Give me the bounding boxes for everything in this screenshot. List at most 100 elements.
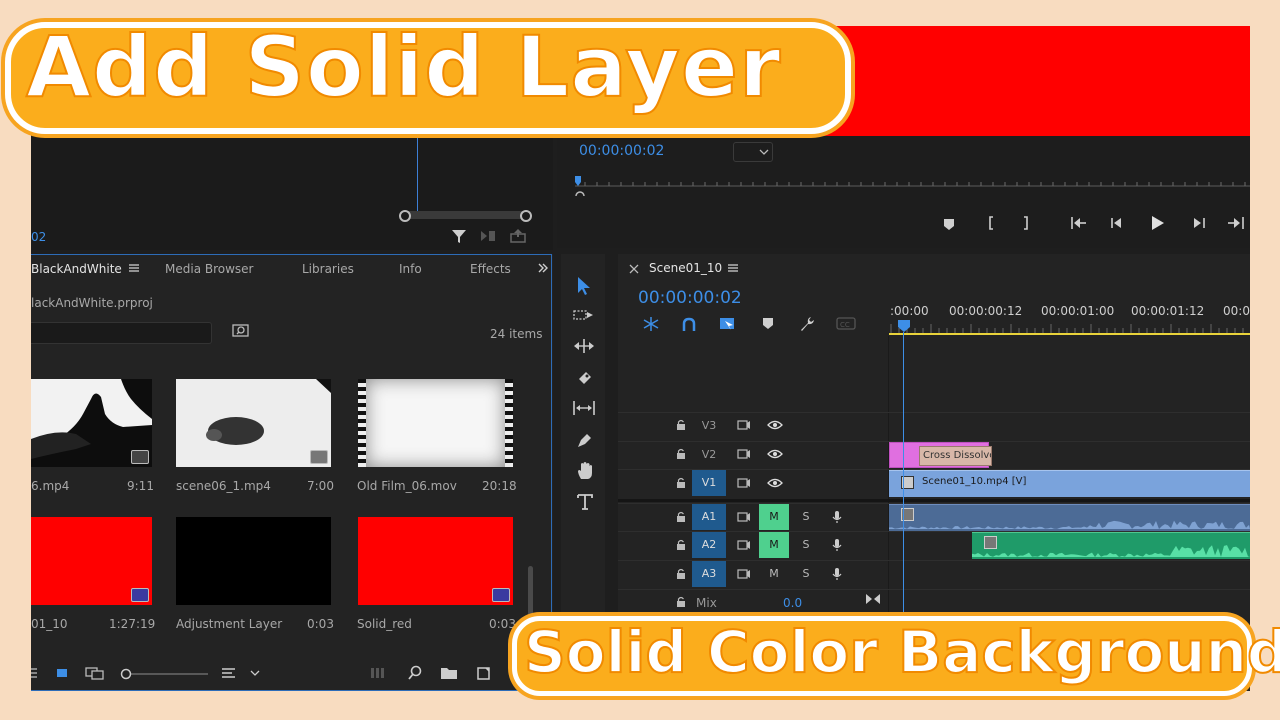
sequence-tab[interactable]: Scene01_10	[649, 261, 722, 275]
program-ruler[interactable]	[575, 176, 1250, 196]
pen-tool-icon[interactable]	[576, 431, 594, 449]
sync-lock-icon[interactable]	[737, 478, 751, 488]
mute-a3-button[interactable]: M	[759, 561, 789, 587]
mute-a2-button[interactable]: M	[759, 532, 789, 558]
tab-effects[interactable]: Effects	[470, 262, 511, 276]
go-to-in-button[interactable]	[1070, 216, 1088, 230]
sync-lock-icon[interactable]	[737, 449, 751, 459]
thumbnail-adjustment-layer[interactable]	[176, 517, 331, 605]
new-bin-icon[interactable]	[440, 666, 458, 680]
mute-a1-button[interactable]: M	[759, 504, 789, 530]
sequence-menu-icon[interactable]	[727, 262, 739, 274]
export-frame-icon[interactable]	[509, 228, 527, 244]
lock-icon[interactable]	[676, 568, 686, 580]
track-a1-label[interactable]: A1	[692, 504, 726, 530]
solo-a1-button[interactable]: S	[791, 504, 821, 530]
freeform-view-icon[interactable]	[84, 666, 106, 680]
filter-icon[interactable]	[451, 228, 467, 244]
program-timecode[interactable]: 00:00:00:02	[579, 143, 664, 159]
captions-icon[interactable]: CC	[836, 317, 856, 330]
sort-icons-button[interactable]	[221, 666, 265, 680]
playhead-marker[interactable]	[897, 319, 911, 333]
thumbnail-size-slider[interactable]	[120, 667, 210, 681]
track-a2-label[interactable]: A2	[692, 532, 726, 558]
find-icon[interactable]	[232, 324, 250, 338]
timeline-timecode[interactable]: 00:00:00:02	[638, 288, 742, 308]
v1-clip[interactable]: Scene01_10.mp4 [V]	[889, 470, 1250, 497]
lock-icon[interactable]	[676, 419, 686, 431]
hand-tool-icon[interactable]	[576, 461, 594, 481]
thumbnail-solid-red[interactable]	[358, 517, 513, 605]
a2-clip[interactable]	[972, 532, 1250, 559]
insert-icon[interactable]	[479, 229, 497, 243]
microphone-icon[interactable]	[832, 538, 842, 552]
close-sequence-icon[interactable]	[629, 264, 639, 274]
track-a3-label[interactable]: A3	[692, 561, 726, 587]
thumbnail-bw-tree[interactable]	[31, 379, 152, 467]
lock-icon[interactable]	[676, 539, 686, 551]
eye-icon[interactable]	[767, 449, 783, 459]
more-tabs-icon[interactable]	[537, 262, 549, 274]
tab-media-browser[interactable]: Media Browser	[165, 262, 253, 276]
lock-icon[interactable]	[676, 448, 686, 460]
go-to-out-button[interactable]	[1226, 216, 1246, 230]
lock-icon[interactable]	[676, 477, 686, 489]
thumbnail-red-sequence[interactable]	[31, 517, 152, 605]
sync-lock-icon[interactable]	[737, 420, 751, 430]
tab-menu-icon[interactable]	[128, 262, 140, 274]
step-back-button[interactable]	[1110, 216, 1126, 230]
mark-in-button[interactable]	[985, 215, 997, 231]
timeline-marker-icon[interactable]	[762, 317, 774, 331]
a1-clip[interactable]	[889, 504, 1250, 531]
microphone-icon[interactable]	[832, 510, 842, 524]
automate-to-sequence-icon[interactable]	[370, 667, 388, 679]
sync-lock-icon[interactable]	[737, 512, 751, 522]
find-icon-bottom[interactable]	[407, 665, 423, 681]
project-scrollbar[interactable]	[528, 566, 533, 616]
type-tool-icon[interactable]	[577, 493, 593, 511]
thumbnail-bw-animal[interactable]	[176, 379, 331, 467]
lock-icon[interactable]	[676, 596, 686, 608]
thumbnail-old-film[interactable]	[358, 379, 513, 467]
slip-tool-icon[interactable]	[572, 400, 596, 416]
solo-a3-button[interactable]: S	[791, 561, 821, 587]
mark-out-button[interactable]	[1020, 215, 1032, 231]
track-select-tool-icon[interactable]	[573, 308, 595, 322]
solo-a2-button[interactable]: S	[791, 532, 821, 558]
play-button[interactable]	[1149, 215, 1165, 231]
fit-dropdown[interactable]	[733, 142, 773, 162]
tab-project[interactable]: BlackAndWhite	[31, 262, 122, 276]
tab-info[interactable]: Info	[399, 262, 422, 276]
eye-icon[interactable]	[767, 478, 783, 488]
mix-panner-icon[interactable]	[865, 592, 881, 606]
mix-value[interactable]: 0.0	[783, 596, 802, 610]
tab-libraries[interactable]: Libraries	[302, 262, 354, 276]
ripple-edit-tool-icon[interactable]	[573, 338, 595, 354]
source-timecode[interactable]: 02	[31, 230, 46, 244]
cross-dissolve-transition[interactable]: Cross Dissolve	[919, 446, 992, 466]
track-v1-label[interactable]: V1	[692, 470, 726, 496]
linked-selection-icon[interactable]	[719, 316, 737, 332]
nest-toggle-icon[interactable]	[642, 316, 660, 332]
lock-icon[interactable]	[676, 511, 686, 523]
icon-view-icon[interactable]	[55, 666, 69, 680]
sync-lock-icon[interactable]	[737, 540, 751, 550]
zoom-handle-left[interactable]	[399, 210, 411, 222]
track-v2-label[interactable]: V2	[692, 442, 726, 468]
eye-icon[interactable]	[767, 420, 783, 430]
step-forward-button[interactable]	[1190, 216, 1206, 230]
settings-wrench-icon[interactable]	[798, 315, 816, 333]
track-v3-label[interactable]: V3	[692, 413, 726, 439]
zoom-handle-right[interactable]	[520, 210, 532, 222]
svg-text:CC: CC	[840, 321, 850, 329]
new-item-icon[interactable]	[476, 665, 492, 681]
sync-lock-icon[interactable]	[737, 569, 751, 579]
razor-tool-icon[interactable]	[576, 369, 594, 387]
project-search-input[interactable]	[31, 322, 212, 344]
selection-tool-icon[interactable]	[574, 276, 592, 296]
microphone-icon[interactable]	[832, 567, 842, 581]
list-view-icon[interactable]	[31, 666, 39, 680]
source-zoom-bar[interactable]	[403, 211, 527, 219]
add-marker-button[interactable]	[942, 217, 956, 231]
snap-icon[interactable]	[681, 317, 697, 333]
